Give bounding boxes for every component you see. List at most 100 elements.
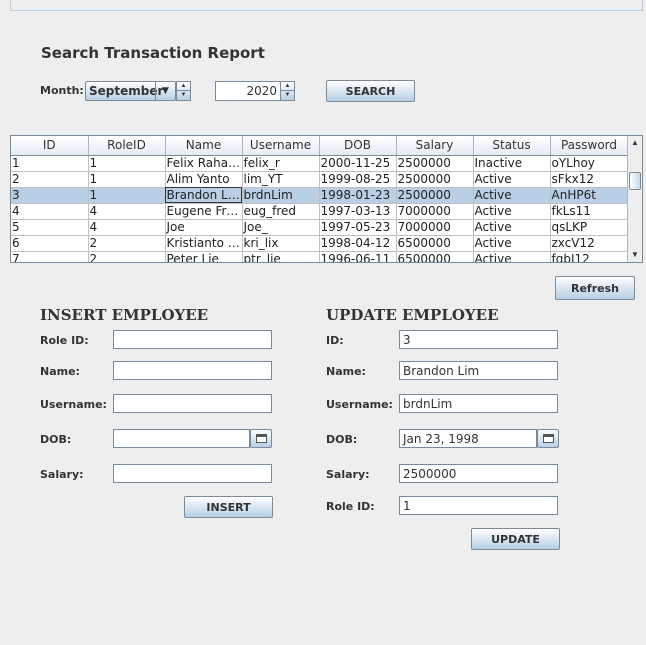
table-cell[interactable]: Felix Raharjo bbox=[165, 155, 243, 172]
table-row[interactable]: 1 1 Felix Raharjo felix_r 2000-11-25 2500000 I… bbox=[11, 155, 629, 172]
table-cell[interactable]: lim_YT bbox=[242, 171, 320, 188]
arrow-up-icon[interactable]: ▲ bbox=[281, 82, 294, 91]
table-cell[interactable]: AnHP6t bbox=[550, 187, 629, 204]
table-cell[interactable]: 2500000 bbox=[396, 171, 474, 188]
search-button[interactable]: SEARCH bbox=[326, 80, 415, 102]
insert-salary-field[interactable] bbox=[113, 464, 272, 483]
scroll-down-icon[interactable]: ▼ bbox=[628, 248, 642, 262]
col-header[interactable]: ID bbox=[11, 136, 89, 156]
col-header[interactable]: Status bbox=[473, 136, 551, 156]
table-cell[interactable]: fgbJ12 bbox=[550, 251, 629, 262]
table-cell[interactable]: 1997-03-13 bbox=[319, 203, 397, 220]
table-cell[interactable]: 1 bbox=[88, 155, 166, 172]
update-dob-field[interactable]: Jan 23, 1998 bbox=[399, 429, 537, 448]
table-cell[interactable]: 5 bbox=[11, 219, 89, 236]
chevron-down-icon[interactable]: ▼ bbox=[155, 82, 175, 100]
table-cell[interactable]: felix_r bbox=[242, 155, 320, 172]
insert-role-field[interactable] bbox=[113, 330, 272, 349]
table-row[interactable]: 7 2 Peter Lie ptr_lie 1996-06-11 6500000 Activ… bbox=[11, 251, 629, 262]
table-cell[interactable]: oYLhoy bbox=[550, 155, 629, 172]
update-name-field[interactable]: Brandon Lim bbox=[399, 361, 558, 380]
table-cell[interactable]: Active bbox=[473, 187, 551, 204]
insert-name-field[interactable] bbox=[113, 361, 272, 380]
table-cell[interactable]: 4 bbox=[88, 203, 166, 220]
table-cell[interactable]: 2000-11-25 bbox=[319, 155, 397, 172]
table-cell[interactable]: 1 bbox=[88, 171, 166, 188]
table-cell[interactable]: ptr_lie bbox=[242, 251, 320, 262]
col-header[interactable]: Username bbox=[242, 136, 320, 156]
refresh-button[interactable]: Refresh bbox=[555, 276, 635, 300]
table-cell[interactable]: Active bbox=[473, 171, 551, 188]
table-cell[interactable]: 3 bbox=[11, 187, 89, 204]
update-id-field[interactable]: 3 bbox=[399, 330, 558, 349]
table-cell[interactable]: zxcV12 bbox=[550, 235, 629, 252]
table-cell[interactable]: 2500000 bbox=[396, 155, 474, 172]
table-cell[interactable]: Inactive bbox=[473, 155, 551, 172]
scroll-thumb[interactable] bbox=[629, 172, 641, 190]
insert-dob-calendar-button[interactable] bbox=[250, 429, 272, 448]
arrow-down-icon[interactable]: ▼ bbox=[177, 91, 190, 100]
table-cell[interactable]: 1996-06-11 bbox=[319, 251, 397, 262]
insert-username-field[interactable] bbox=[113, 394, 272, 413]
table-cell[interactable]: qsLKP bbox=[550, 219, 629, 236]
arrow-down-icon[interactable]: ▼ bbox=[281, 91, 294, 100]
year-field[interactable]: 2020 bbox=[215, 81, 281, 101]
table-cell[interactable]: 1999-08-25 bbox=[319, 171, 397, 188]
table-row[interactable]: 2 1 Alim Yanto lim_YT 1999-08-25 2500000 Activ… bbox=[11, 171, 629, 188]
table-cell[interactable]: 6500000 bbox=[396, 235, 474, 252]
table-cell[interactable]: 6500000 bbox=[396, 251, 474, 262]
year-spinner[interactable]: ▲ ▼ bbox=[280, 81, 295, 101]
table-cell[interactable]: Active bbox=[473, 235, 551, 252]
update-button[interactable]: UPDATE bbox=[471, 528, 560, 550]
table-cell[interactable]: Active bbox=[473, 219, 551, 236]
month-combo[interactable]: September ▼ bbox=[85, 81, 176, 101]
table-cell[interactable]: Brandon Lim bbox=[165, 187, 243, 204]
table-cell[interactable]: 7 bbox=[11, 251, 89, 262]
table-cell[interactable]: 2 bbox=[88, 235, 166, 252]
insert-button[interactable]: INSERT bbox=[184, 496, 273, 518]
table-cell[interactable]: 4 bbox=[11, 203, 89, 220]
table-cell[interactable]: Eugene Fre... bbox=[165, 203, 243, 220]
table-cell[interactable]: 1 bbox=[88, 187, 166, 204]
table-scrollbar[interactable]: ▲ ▼ bbox=[627, 136, 642, 262]
table-cell[interactable]: Joe_ bbox=[242, 219, 320, 236]
table-cell[interactable]: fkLs11 bbox=[550, 203, 629, 220]
table-cell[interactable]: sFkx12 bbox=[550, 171, 629, 188]
table-cell[interactable]: Alim Yanto bbox=[165, 171, 243, 188]
table-cell[interactable]: 2 bbox=[88, 251, 166, 262]
table-cell[interactable]: Kristianto F... bbox=[165, 235, 243, 252]
table-cell[interactable]: 7000000 bbox=[396, 203, 474, 220]
table-cell[interactable]: Active bbox=[473, 203, 551, 220]
table-row[interactable]: 4 4 Eugene Fre... eug_fred 1997-03-13 7000000… bbox=[11, 203, 629, 220]
arrow-up-icon[interactable]: ▲ bbox=[177, 82, 190, 91]
table-cell[interactable]: Active bbox=[473, 251, 551, 262]
table-cell[interactable]: 1998-04-12 bbox=[319, 235, 397, 252]
table-cell[interactable]: 7000000 bbox=[396, 219, 474, 236]
table-cell[interactable]: kri_lix bbox=[242, 235, 320, 252]
col-header[interactable]: Password bbox=[550, 136, 629, 156]
col-header[interactable]: DOB bbox=[319, 136, 397, 156]
table-cell[interactable]: 2500000 bbox=[396, 187, 474, 204]
insert-dob-field[interactable] bbox=[113, 429, 250, 448]
table-cell[interactable]: Joe bbox=[165, 219, 243, 236]
update-role-field[interactable]: 1 bbox=[399, 496, 558, 515]
table-cell[interactable]: 1 bbox=[11, 155, 89, 172]
table-cell[interactable]: eug_fred bbox=[242, 203, 320, 220]
table-cell[interactable]: 6 bbox=[11, 235, 89, 252]
table-cell[interactable]: Peter Lie bbox=[165, 251, 243, 262]
col-header[interactable]: Salary bbox=[396, 136, 474, 156]
table-cell[interactable]: 2 bbox=[11, 171, 89, 188]
table-cell[interactable]: 1998-01-23 bbox=[319, 187, 397, 204]
table-cell[interactable]: brdnLim bbox=[242, 187, 320, 204]
table-row[interactable]: 6 2 Kristianto F... kri_lix 1998-04-12 650000… bbox=[11, 235, 629, 252]
update-salary-field[interactable]: 2500000 bbox=[399, 464, 558, 483]
table-row[interactable]: 5 4 Joe Joe_ 1997-05-23 7000000 Active qsLKP bbox=[11, 219, 629, 236]
employee-table[interactable]: ID RoleID Name Username DOB Salary Statu… bbox=[10, 135, 643, 263]
col-header[interactable]: Name bbox=[165, 136, 243, 156]
col-header[interactable]: RoleID bbox=[88, 136, 166, 156]
table-row[interactable]: 3 1 Brandon Lim brdnLim 1998-01-23 2500000 Act… bbox=[11, 187, 629, 204]
table-cell[interactable]: 1997-05-23 bbox=[319, 219, 397, 236]
update-username-field[interactable]: brdnLim bbox=[399, 394, 558, 413]
update-dob-calendar-button[interactable] bbox=[537, 429, 559, 448]
scroll-up-icon[interactable]: ▲ bbox=[628, 136, 642, 150]
